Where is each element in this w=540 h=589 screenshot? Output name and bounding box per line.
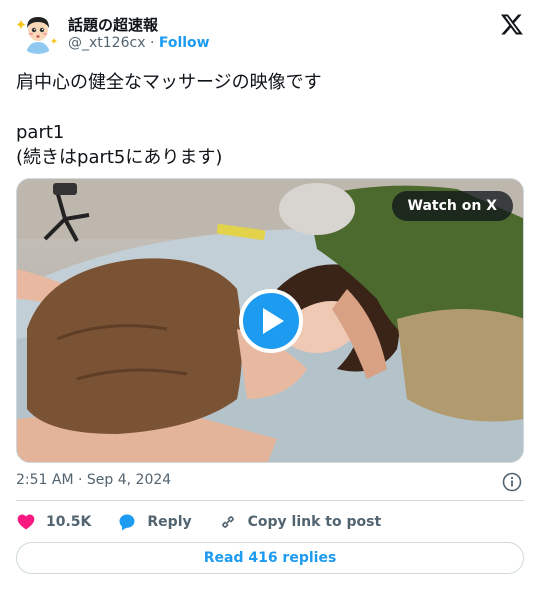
info-icon[interactable] [502, 472, 522, 492]
x-logo-icon[interactable] [500, 12, 524, 36]
play-button[interactable] [239, 289, 303, 353]
link-icon [221, 516, 234, 528]
author-handle[interactable]: @_xt126cx [68, 35, 145, 51]
author-avatar[interactable] [16, 10, 60, 54]
reply-label: Reply [147, 514, 192, 530]
heart-icon [17, 514, 35, 530]
post-timestamp[interactable]: 2:51 AM · Sep 4, 2024 [16, 472, 171, 488]
action-bar: 10.5K Reply Copy link to post [16, 510, 407, 534]
copy-link-button[interactable]: Copy link to post [218, 512, 382, 532]
follow-link[interactable]: Follow [159, 35, 210, 51]
like-count: 10.5K [46, 514, 92, 530]
video-thumbnail[interactable]: Watch on X [16, 178, 524, 463]
embedded-post-card: 話題の超速報 @_xt126cx · Follow 肩中心の健全なマッサージの映… [0, 0, 540, 589]
watch-on-x-button[interactable]: Watch on X [391, 191, 513, 221]
divider [16, 500, 524, 501]
boy-face-avatar-icon [16, 10, 60, 54]
play-icon [263, 308, 284, 334]
copy-link-label: Copy link to post [247, 514, 382, 530]
like-button[interactable]: 10.5K [16, 512, 91, 532]
post-text: 肩中心の健全なマッサージの映像です part1 (続きはpart5にあります) [16, 72, 322, 168]
reply-bubble-icon [119, 514, 135, 531]
author-handle-row: @_xt126cx · Follow [68, 35, 210, 51]
handle-separator: · [149, 35, 155, 51]
read-replies-button[interactable]: Read 416 replies [16, 542, 524, 574]
author-name[interactable]: 話題の超速報 [68, 14, 158, 35]
reply-button[interactable]: Reply [117, 512, 192, 532]
